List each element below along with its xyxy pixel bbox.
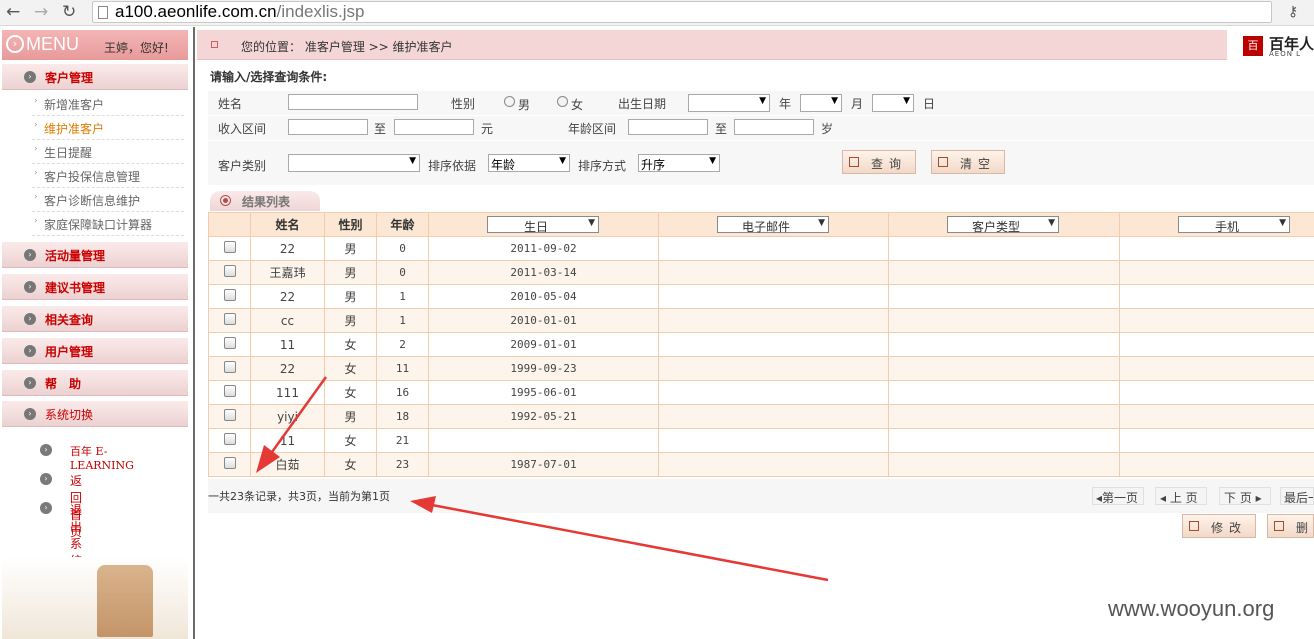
annotation-overlay — [256, 376, 829, 582]
watermark: www.wooyun.org — [1108, 596, 1275, 621]
annotation-arrowhead-2 — [410, 496, 436, 513]
annotation-arrowhead-1 — [256, 445, 280, 473]
annotation-arrow-line-2 — [431, 503, 829, 582]
annotation-arrow-line-1 — [270, 376, 328, 453]
